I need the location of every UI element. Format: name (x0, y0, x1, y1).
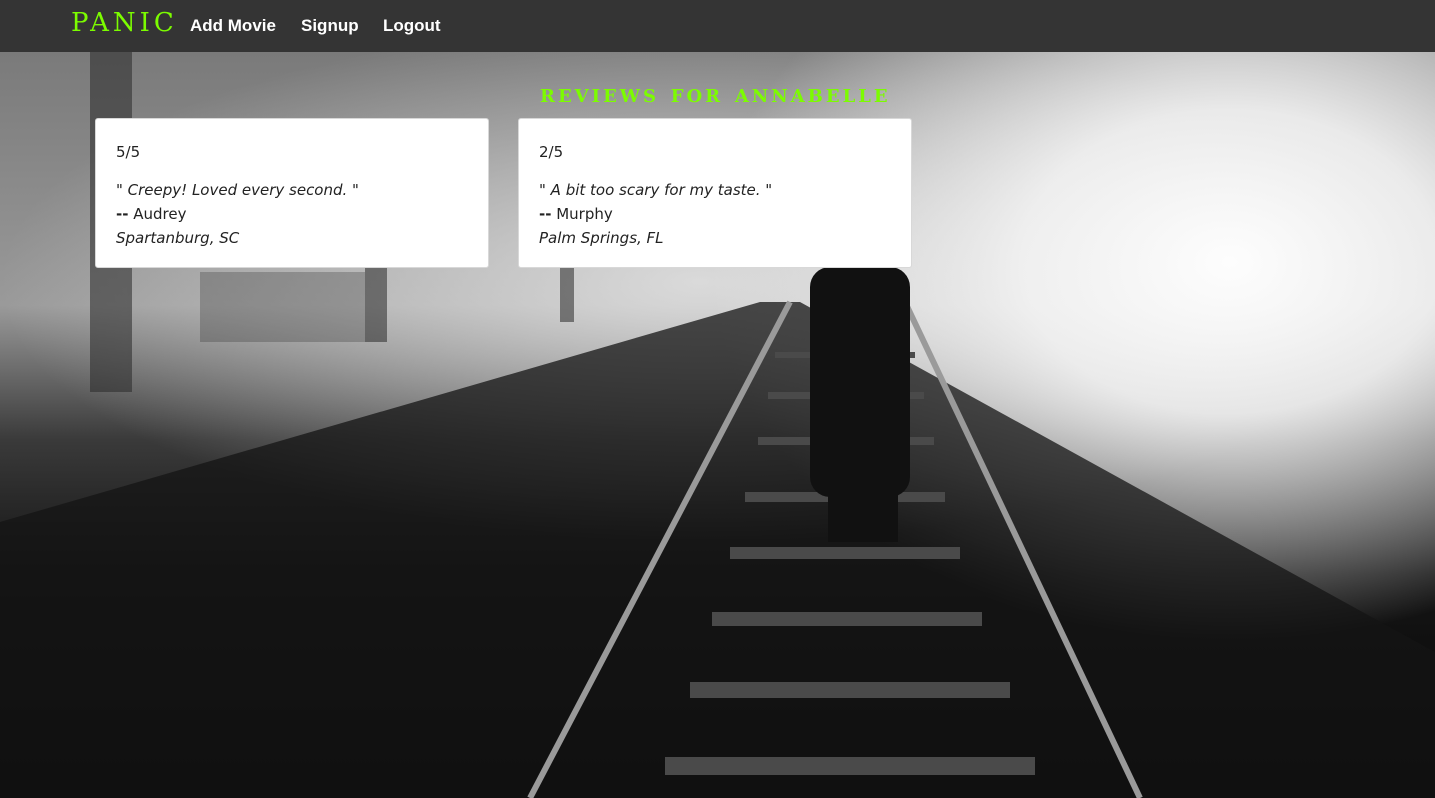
review-quote: " Creepy! Loved every second. " (116, 181, 359, 199)
review-author: -- Murphy (539, 202, 891, 226)
review-card: 2/5 " A bit too scary for my taste. " --… (518, 118, 912, 268)
brand-logo-link[interactable]: PANIC (71, 8, 178, 38)
review-location: Spartanburg, SC (116, 229, 240, 247)
review-location: Palm Springs, FL (539, 229, 664, 247)
nav-link-add-movie[interactable]: Add Movie (190, 16, 276, 36)
review-quote: " A bit too scary for my taste. " (539, 181, 773, 199)
author-name: Murphy (556, 205, 613, 223)
nav-link-logout[interactable]: Logout (383, 16, 441, 36)
review-card: 5/5 " Creepy! Loved every second. " -- A… (95, 118, 489, 268)
navbar: PANIC Add Movie Signup Logout (0, 0, 1435, 52)
review-rating: 2/5 (539, 143, 564, 161)
nav-link-signup[interactable]: Signup (301, 16, 359, 36)
author-dash: -- (116, 205, 129, 223)
author-name: Audrey (133, 205, 187, 223)
review-author: -- Audrey (116, 202, 468, 226)
page-title: Reviews for Annabelle (540, 79, 891, 108)
review-rating: 5/5 (116, 143, 141, 161)
author-dash: -- (539, 205, 552, 223)
